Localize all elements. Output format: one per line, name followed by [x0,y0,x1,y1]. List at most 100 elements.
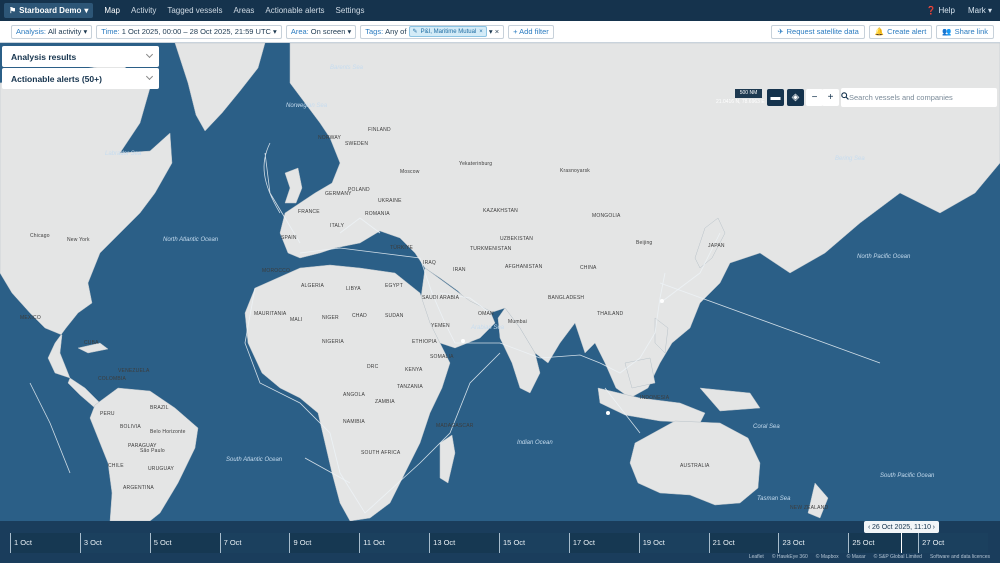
country-label: LIBYA [346,286,361,292]
country-label: INDONESIA [640,395,670,401]
timeline-tick: 27 Oct [918,533,989,553]
nav-map[interactable]: Map [104,6,120,15]
vessel-cluster-marker[interactable] [461,339,465,343]
help-link[interactable]: ❓ Help [926,6,955,15]
search-placeholder: Search vessels and companies [849,93,953,102]
city-label: Chicago [30,233,50,239]
nav-activity[interactable]: Activity [131,6,156,15]
attribution[interactable]: © Mapbox [816,554,839,560]
country-label: ANGOLA [343,392,366,398]
attribution[interactable]: Software and data licences [930,554,990,560]
timeline-tick: 15 Oct [499,533,569,553]
remove-tag-icon[interactable]: × [479,29,483,35]
attribution[interactable]: © S&P Global Limited [874,554,922,560]
top-navigation: ⚑ Starboard Demo ▾ Map Activity Tagged v… [0,0,1000,21]
country-label: TURKMENISTAN [470,246,512,252]
layers-button[interactable]: ◈ [787,89,804,106]
share-link-button[interactable]: 👥 Share link [936,24,994,39]
area-filter[interactable]: Area: On screen ▾ [285,24,357,39]
country-label: MAURITANIA [254,311,287,317]
add-filter-button[interactable]: + Add filter [508,24,554,39]
current-time: 26 Oct 2025, 11:10 [871,523,932,531]
chevron-right-icon[interactable]: › [933,524,935,531]
chevron-down-icon: ▾ [987,6,992,15]
city-label: New York [67,237,90,243]
ruler-button[interactable]: ▬ [767,89,784,106]
clear-tags-icon[interactable]: × [493,27,499,36]
attribution[interactable]: Leaflet [749,554,764,560]
request-satellite-button[interactable]: ✈ Request satellite data [771,24,865,39]
tags-filter[interactable]: Tags: Any of ✎ P&I, Maritime Mutual × ▾ … [360,24,505,39]
timeline-cursor[interactable] [901,533,902,553]
map-canvas[interactable]: Labrador Sea Norwegian Sea Barents Sea N… [0,43,1000,521]
request-satellite-label: Request satellite data [786,27,859,36]
map-scale: 500 NM [735,89,762,98]
nav-settings[interactable]: Settings [336,6,365,15]
timeline-tick: 23 Oct [778,533,849,553]
current-time-chip[interactable]: ‹ 26 Oct 2025, 11:10 › [864,521,939,533]
timeline-tick: 21 Oct [708,533,779,553]
country-label: MONGOLIA [592,213,621,219]
nav-tagged-vessels[interactable]: Tagged vessels [167,6,222,15]
analysis-results-panel[interactable]: Analysis results [2,46,159,67]
country-label: YEMEN [431,323,450,329]
search-input[interactable]: Search vessels and companies [841,88,997,107]
timeline-tick: 1 Oct [10,533,80,553]
chevron-left-icon[interactable]: ‹ [868,524,870,531]
actionable-alerts-panel[interactable]: Actionable alerts (50+) [2,68,159,89]
country-label: SUDAN [385,313,404,319]
country-label: ROMANIA [365,211,390,217]
org-switcher[interactable]: ⚑ Starboard Demo ▾ [4,3,94,18]
user-menu[interactable]: Mark ▾ [968,6,992,15]
country-label: MADAGASCAR [436,423,474,429]
satellite-icon: ✈ [777,27,784,36]
attribution[interactable]: © HawkEye 360 [772,554,808,560]
plus-icon: + [827,92,834,103]
vessel-cluster-marker[interactable] [660,299,664,303]
country-label: CHINA [580,265,597,271]
nav-actionable-alerts[interactable]: Actionable alerts [265,6,324,15]
city-label: Beijing [636,240,653,246]
city-label: Yekaterinburg [459,161,493,167]
country-label: NORWAY [318,135,342,141]
timeline-tick: 3 Oct [79,533,150,553]
country-label: NEW ZEALAND [790,505,829,511]
time-filter[interactable]: Time: 1 Oct 2025, 00:00 – 28 Oct 2025, 2… [96,24,282,39]
actionable-alerts-title: Actionable alerts (50+) [11,73,102,84]
analysis-value: All activity [48,27,82,36]
country-label: SPAIN [281,235,297,241]
timeline-tick: 19 Oct [638,533,709,553]
tag-chip[interactable]: ✎ P&I, Maritime Mutual × [408,26,487,37]
chevron-down-icon: ▾ [84,6,89,15]
country-label: NIGER [322,315,339,321]
timeline-tick: 11 Oct [359,533,430,553]
country-label: AUSTRALIA [680,463,710,469]
vessel-cluster-marker[interactable] [606,411,610,415]
analysis-filter[interactable]: Analysis: All activity ▾ [11,24,93,39]
city-label: São Paulo [140,448,165,454]
timeline-tick: 5 Oct [149,533,220,553]
ocean-label: Norwegian Sea [286,103,328,109]
timeline[interactable]: ‹ 26 Oct 2025, 11:10 › 1 Oct 3 Oct 5 Oct… [0,521,1000,563]
layers-icon: ◈ [791,92,800,103]
analysis-results-title: Analysis results [11,51,77,62]
create-alert-button[interactable]: 🔔 Create alert [868,24,933,39]
country-label: COLOMBIA [98,376,126,382]
country-label: FINLAND [368,127,391,133]
zoom-out-button[interactable]: − [806,89,823,106]
country-label: EGYPT [385,283,403,289]
org-name: Starboard Demo [19,6,82,15]
search-icon[interactable] [841,92,849,100]
timeline-ticks[interactable]: 1 Oct 3 Oct 5 Oct 7 Oct 9 Oct 11 Oct 13 … [10,533,989,553]
zoom-in-button[interactable]: + [822,89,839,106]
chevron-down-icon: ▾ [270,27,277,36]
country-label: AFGHANISTAN [505,264,543,270]
time-key: Time: [101,27,120,36]
attribution[interactable]: © Maxar [847,554,866,560]
country-label: UZBEKISTAN [500,236,534,242]
country-label: CHAD [352,313,367,319]
nav-areas[interactable]: Areas [233,6,254,15]
country-label: VENEZUELA [118,368,150,374]
country-label: MEXICO [20,315,41,321]
country-label: PERU [100,411,115,417]
